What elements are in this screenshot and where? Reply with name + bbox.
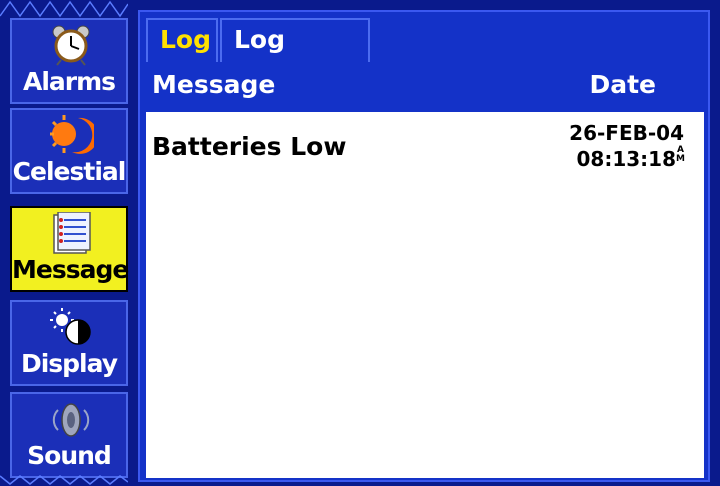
- sidebar-item-label: Display: [20, 349, 118, 378]
- tab-log-filter[interactable]: Log Filter: [220, 18, 370, 94]
- brightness-contrast-icon: [50, 308, 91, 345]
- top-zigzag-decoration: [0, 0, 128, 18]
- message-text: Batteries Low: [152, 132, 347, 161]
- speaker-icon: [52, 403, 90, 437]
- sidebar-item-label: Sound: [27, 441, 112, 470]
- bottom-zigzag-decoration: [0, 475, 128, 485]
- tab-log[interactable]: Log: [146, 18, 218, 62]
- sidebar-item-sound[interactable]: Sound: [10, 392, 128, 478]
- sidebar-item-label: Message: [12, 255, 129, 284]
- message-list: Batteries Low 26-FEB-04 08:13:18AM: [146, 112, 704, 478]
- device-screen: Alarms Celestial Message Display Sound L…: [0, 0, 720, 486]
- alarm-clock-icon: [52, 25, 90, 66]
- column-header-date: Date: [589, 70, 656, 99]
- sun-moon-icon: [50, 115, 94, 154]
- message-log-panel: Log Log Filter Message Date Batteries Lo…: [138, 10, 710, 482]
- column-header-message: Message: [152, 70, 276, 99]
- sidebar: Alarms Celestial Message Display Sound: [10, 18, 129, 480]
- sidebar-item-alarms[interactable]: Alarms: [10, 18, 128, 104]
- message-notepad-icon: [53, 212, 91, 254]
- table-header: Message Date: [140, 62, 708, 110]
- sidebar-item-label: Celestial: [12, 157, 127, 186]
- sidebar-item-message[interactable]: Message: [10, 206, 129, 292]
- sidebar-item-celestial[interactable]: Celestial: [10, 108, 128, 194]
- message-date: 26-FEB-04 08:13:18AM: [569, 120, 685, 172]
- message-time: 08:13:18AM: [569, 145, 685, 172]
- message-date-value: 26-FEB-04: [569, 121, 684, 145]
- sidebar-item-label: Alarms: [22, 67, 116, 96]
- ampm-indicator: AM: [676, 145, 685, 164]
- message-time-value: 08:13:18: [576, 147, 677, 171]
- sidebar-item-display[interactable]: Display: [10, 300, 128, 386]
- table-row[interactable]: Batteries Low 26-FEB-04 08:13:18AM: [146, 112, 704, 192]
